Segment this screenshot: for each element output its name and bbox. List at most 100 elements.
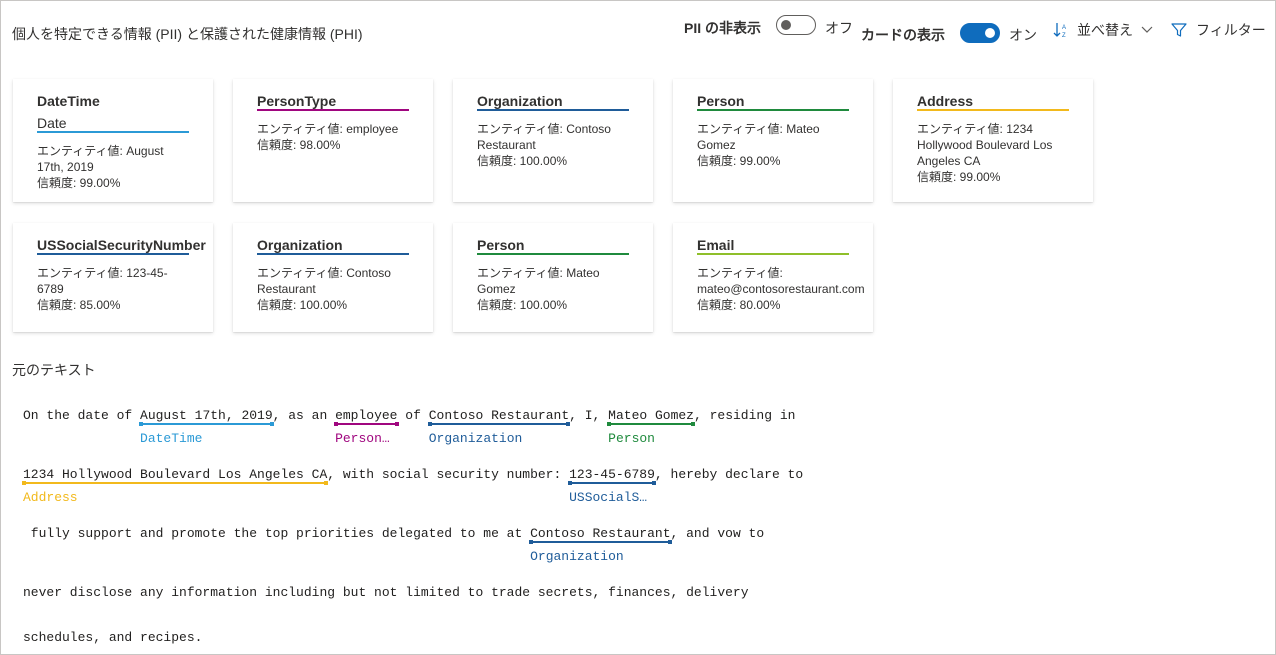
card-entity-value: エンティティ値: Contoso <box>257 266 391 280</box>
card-category: Person <box>477 237 525 253</box>
card-color-line <box>697 253 849 255</box>
filter-button[interactable]: フィルター <box>1169 15 1269 43</box>
entity-text: employee <box>335 408 398 423</box>
entity-span-ussocialsecuritynumber[interactable]: 123-45-6789 USSocialS… <box>568 467 656 505</box>
card-category: Address <box>917 93 974 109</box>
card-body: エンティティ値: Mateo Gomez 信頼度: 99.00% <box>697 121 869 169</box>
chevron-down-icon <box>1141 26 1153 33</box>
card-confidence: 信頼度: 99.00% <box>697 154 781 168</box>
entity-text: Contoso Restaurant <box>428 408 570 423</box>
card-category: PersonType <box>257 93 337 109</box>
entity-label: DateTime <box>140 431 203 446</box>
plain-text: fully support and promote the top priori… <box>23 526 531 541</box>
entity-span-address[interactable]: 1234 Hollywood Boulevard Los Angeles CA A… <box>21 467 329 505</box>
card-confidence: 信頼度: 100.00% <box>477 154 568 168</box>
card-color-line <box>477 253 629 255</box>
entity-card-person: Person エンティティ値: Mateo Gomez 信頼度: 100.00% <box>453 223 653 332</box>
card-color-line <box>477 109 629 111</box>
card-entity-value: Restaurant <box>257 282 316 296</box>
sort-icon: A Z <box>1053 23 1066 39</box>
entity-card-person: Person エンティティ値: Mateo Gomez 信頼度: 99.00% <box>673 79 873 202</box>
card-color-line <box>697 109 849 111</box>
card-entity-value: エンティティ値: 1234 <box>917 122 1033 136</box>
entity-card-organization: Organization エンティティ値: Contoso Restaurant… <box>233 223 433 332</box>
card-body: エンティティ値: mateo@contosorestaurant.com 信頼度… <box>697 265 869 313</box>
text-line: 1234 Hollywood Boulevard Los Angeles CA A… <box>21 467 804 505</box>
pii-hide-state: オフ <box>825 20 853 36</box>
card-color-line <box>257 109 409 111</box>
entity-span-persontype[interactable]: employee Person… <box>334 408 399 446</box>
card-entity-value: Hollywood Boulevard Los <box>917 138 1053 152</box>
card-show-toggle[interactable] <box>960 23 1000 43</box>
entity-label: Person… <box>335 431 390 446</box>
entity-span-organization[interactable]: Contoso Restaurant Organization <box>529 526 672 564</box>
text-line: schedules, and recipes. <box>23 630 203 645</box>
entity-label: Organization <box>428 431 523 446</box>
entity-underline <box>607 422 695 426</box>
original-text-title: 元のテキスト <box>12 362 96 378</box>
toolbar: PII の非表示 オフ カードの表示 オン A Z 並べ替え フィルター <box>1 15 1276 45</box>
card-color-line <box>257 253 409 255</box>
entity-text: 1234 Hollywood Boulevard Los Angeles CA <box>23 467 328 482</box>
card-entity-value: Restaurant <box>477 138 536 152</box>
plain-text: On the date of <box>23 408 141 423</box>
card-body: エンティティ値: Contoso Restaurant 信頼度: 100.00% <box>477 121 649 169</box>
plain-text: of <box>397 408 429 423</box>
entity-text: Mateo Gomez <box>608 408 694 423</box>
card-confidence: 信頼度: 99.00% <box>37 176 121 190</box>
text-line: fully support and promote the top priori… <box>23 526 765 564</box>
entity-text: August 17th, 2019 <box>140 408 273 423</box>
entity-text: Contoso Restaurant <box>530 526 671 541</box>
card-entity-value: エンティティ値: 123-45- <box>37 266 168 280</box>
card-confidence: 信頼度: 100.00% <box>257 298 348 312</box>
card-body: エンティティ値: Contoso Restaurant 信頼度: 100.00% <box>257 265 429 313</box>
card-body: エンティティ値: 1234 Hollywood Boulevard Los An… <box>917 121 1089 185</box>
entity-underline <box>568 481 656 485</box>
card-entity-value: エンティティ値: <box>697 266 783 280</box>
entity-span-person[interactable]: Mateo Gomez Person <box>607 408 695 446</box>
card-color-line <box>917 109 1069 111</box>
entity-card-organization: Organization エンティティ値: Contoso Restaurant… <box>453 79 653 202</box>
card-entity-value: 17th, 2019 <box>37 160 94 174</box>
plain-text: , residing in <box>694 408 796 423</box>
card-entity-value: Gomez <box>477 282 516 296</box>
card-category: Email <box>697 237 735 253</box>
card-entity-value: エンティティ値: Mateo <box>697 122 820 136</box>
svg-text:Z: Z <box>1062 33 1066 39</box>
card-confidence: 信頼度: 100.00% <box>477 298 568 312</box>
plain-text: , hereby declare to <box>654 467 804 482</box>
plain-text: , and vow to <box>670 526 765 541</box>
card-entity-value: Gomez <box>697 138 736 152</box>
pii-phi-panel: 個人を特定できる情報 (PII) と保護された健康情報 (PHI) PII の非… <box>0 0 1276 655</box>
entity-underline <box>427 422 571 426</box>
sort-button[interactable]: A Z 並べ替え <box>1051 15 1157 43</box>
entity-span-organization[interactable]: Contoso Restaurant Organization <box>427 408 571 446</box>
card-body: エンティティ値: employee 信頼度: 98.00% <box>257 121 429 153</box>
svg-text:A: A <box>1062 25 1066 31</box>
entity-card-email: Email エンティティ値: mateo@contosorestaurant.c… <box>673 223 873 332</box>
card-show-state: オン <box>1009 27 1037 43</box>
entity-span-datetime[interactable]: August 17th, 2019 DateTime <box>139 408 274 446</box>
plain-text: , I, <box>569 408 609 423</box>
plain-text: , as an <box>272 408 336 423</box>
entity-label: USSocialS… <box>569 490 648 505</box>
entity-underline <box>139 422 274 426</box>
card-confidence: 信頼度: 98.00% <box>257 138 341 152</box>
card-confidence: 信頼度: 99.00% <box>917 170 1001 184</box>
entity-underline <box>529 540 672 544</box>
toggle-knob <box>985 28 995 38</box>
sort-label: 並べ替え <box>1077 22 1133 38</box>
card-subcategory: Date <box>37 115 67 131</box>
card-category: USSocialSecurityNumber <box>37 237 206 253</box>
entity-card-address: Address エンティティ値: 1234 Hollywood Boulevar… <box>893 79 1093 202</box>
card-body: エンティティ値: August 17th, 2019 信頼度: 99.00% <box>37 143 209 191</box>
entity-label: Address <box>23 490 78 505</box>
filter-icon <box>1171 23 1187 37</box>
card-category: Organization <box>477 93 563 109</box>
filter-label: フィルター <box>1196 22 1266 38</box>
pii-hide-label: PII の非表示 <box>684 20 762 36</box>
entity-card-datetime: DateTime Date エンティティ値: August 17th, 2019… <box>13 79 213 202</box>
card-body: エンティティ値: 123-45- 6789 信頼度: 85.00% <box>37 265 209 313</box>
card-entity-value: mateo@contosorestaurant.com <box>697 282 865 296</box>
pii-hide-toggle[interactable] <box>776 15 816 35</box>
